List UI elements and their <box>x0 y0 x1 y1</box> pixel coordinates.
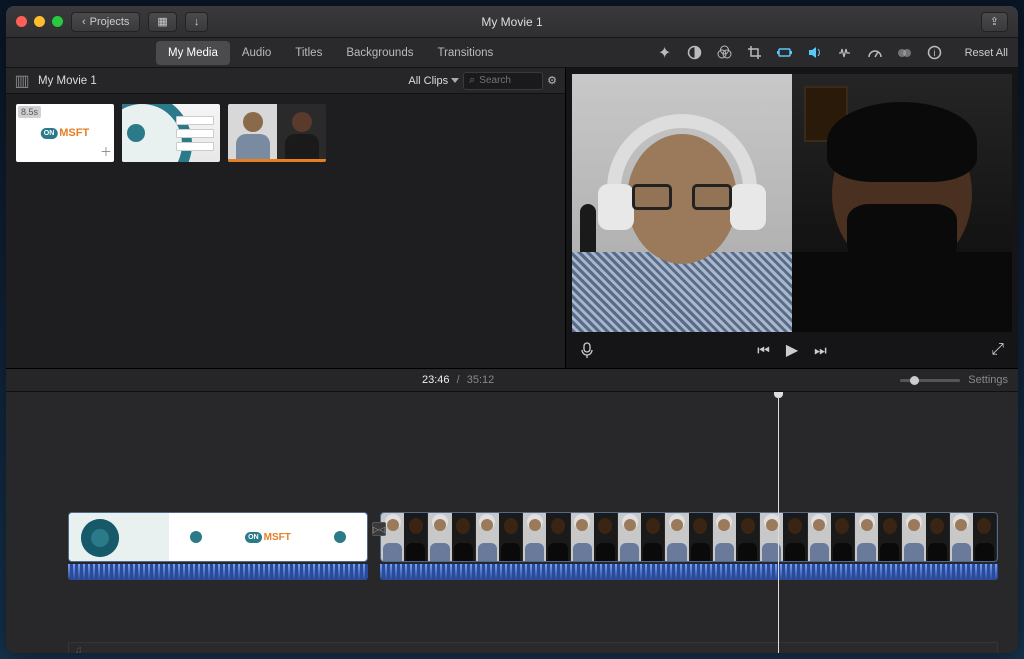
chevron-left-icon: ‹ <box>82 16 86 28</box>
speed-icon[interactable] <box>867 45 883 61</box>
prev-button[interactable]: ⏮ <box>757 342 770 359</box>
tab-bar: My Media Audio Titles Backgrounds Transi… <box>6 38 1018 68</box>
background-audio-track[interactable]: ♫ <box>68 642 998 653</box>
preview-left <box>572 74 792 332</box>
timeline-clip[interactable]: ONMSFT <box>68 512 368 562</box>
viewer-toolbar: ✦ i Reset All <box>657 45 1008 61</box>
transition-icon[interactable]: ▷◁ <box>372 522 386 536</box>
window-title: My Movie 1 <box>481 15 542 29</box>
view-mode-button[interactable]: ▦ <box>148 12 176 32</box>
audio-waveform-row <box>68 564 998 580</box>
browser-settings-icon[interactable]: ⚙ <box>547 74 557 87</box>
fullscreen-icon[interactable] <box>52 16 63 27</box>
timeline-clip[interactable] <box>380 512 998 562</box>
video-track: ONMSFT <box>68 512 998 562</box>
music-icon: ♫ <box>75 645 83 654</box>
filters-icon[interactable] <box>897 45 913 61</box>
browser-header: ▥ My Movie 1 All Clips ⌕ ⚙ <box>6 68 565 94</box>
download-icon: ↓ <box>194 16 200 28</box>
tab-my-media[interactable]: My Media <box>156 41 230 65</box>
volume-icon[interactable] <box>807 45 823 61</box>
preview-viewer: ⏮ ▶ ⏭ ⤢ <box>566 68 1018 368</box>
library-tabs: My Media Audio Titles Backgrounds Transi… <box>156 41 505 65</box>
svg-text:i: i <box>934 48 936 58</box>
tab-audio[interactable]: Audio <box>230 41 283 65</box>
color-correction-icon[interactable] <box>717 45 733 61</box>
tab-transitions[interactable]: Transitions <box>425 41 505 65</box>
app-window: ‹ Projects ▦ ↓ My Movie 1 ⇪ My Media Aud… <box>6 6 1018 653</box>
back-label: Projects <box>90 16 130 28</box>
search-input[interactable]: ⌕ <box>463 72 543 90</box>
zoom-slider[interactable] <box>900 379 960 382</box>
crop-icon[interactable] <box>747 45 763 61</box>
total-time: 35:12 <box>467 374 495 386</box>
playback-controls: ⏮ ▶ ⏭ ⤢ <box>566 332 1018 368</box>
fullscreen-button[interactable]: ⤢ <box>991 341 1004 359</box>
play-button[interactable]: ▶ <box>786 340 798 360</box>
clip-thumbnail[interactable] <box>122 104 220 162</box>
next-button[interactable]: ⏭ <box>814 342 827 359</box>
audio-waveform[interactable] <box>380 564 998 580</box>
share-icon: ⇪ <box>990 15 999 28</box>
current-time: 23:46 <box>422 374 450 386</box>
upper-pane: ▥ My Movie 1 All Clips ⌕ ⚙ 8.5s ONMSFT ＋ <box>6 68 1018 368</box>
minimize-icon[interactable] <box>34 16 45 27</box>
timeline-header: 23:46 / 35:12 Settings <box>6 368 1018 392</box>
tab-titles[interactable]: Titles <box>283 41 334 65</box>
info-icon[interactable]: i <box>927 45 943 61</box>
voiceover-icon[interactable] <box>580 342 594 358</box>
tab-backgrounds[interactable]: Backgrounds <box>334 41 425 65</box>
add-clip-icon: ＋ <box>100 143 112 160</box>
clip-thumbnail[interactable]: 8.5s ONMSFT ＋ <box>16 104 114 162</box>
preview-right <box>792 74 1012 332</box>
preview-canvas[interactable] <box>572 74 1012 332</box>
project-name: My Movie 1 <box>38 75 97 87</box>
filter-dropdown[interactable]: All Clips <box>408 75 459 87</box>
color-balance-icon[interactable] <box>687 45 703 61</box>
timeline-settings-button[interactable]: Settings <box>968 374 1008 386</box>
clip-duration-badge: 8.5s <box>18 106 41 118</box>
back-projects-button[interactable]: ‹ Projects <box>71 12 140 32</box>
share-button[interactable]: ⇪ <box>981 12 1008 32</box>
audio-waveform[interactable] <box>68 564 368 580</box>
traffic-lights <box>16 16 63 27</box>
noise-reduction-icon[interactable] <box>837 45 853 61</box>
reset-all-button[interactable]: Reset All <box>965 47 1008 59</box>
sidebar-toggle-icon[interactable]: ▥ <box>14 73 30 89</box>
title-bar: ‹ Projects ▦ ↓ My Movie 1 ⇪ <box>6 6 1018 38</box>
close-icon[interactable] <box>16 16 27 27</box>
enhance-icon[interactable]: ✦ <box>657 45 673 61</box>
search-icon: ⌕ <box>469 74 475 87</box>
clip-grid: 8.5s ONMSFT ＋ <box>6 94 565 172</box>
grid-icon: ▦ <box>157 15 167 28</box>
timeline[interactable]: ONMSFT ▷◁ <box>6 392 1018 653</box>
clip-thumbnail[interactable] <box>228 104 326 162</box>
import-button[interactable]: ↓ <box>185 12 209 32</box>
search-field[interactable] <box>479 75 539 86</box>
media-browser: ▥ My Movie 1 All Clips ⌕ ⚙ 8.5s ONMSFT ＋ <box>6 68 566 368</box>
stabilize-icon[interactable] <box>777 45 793 61</box>
playhead[interactable] <box>778 392 779 653</box>
